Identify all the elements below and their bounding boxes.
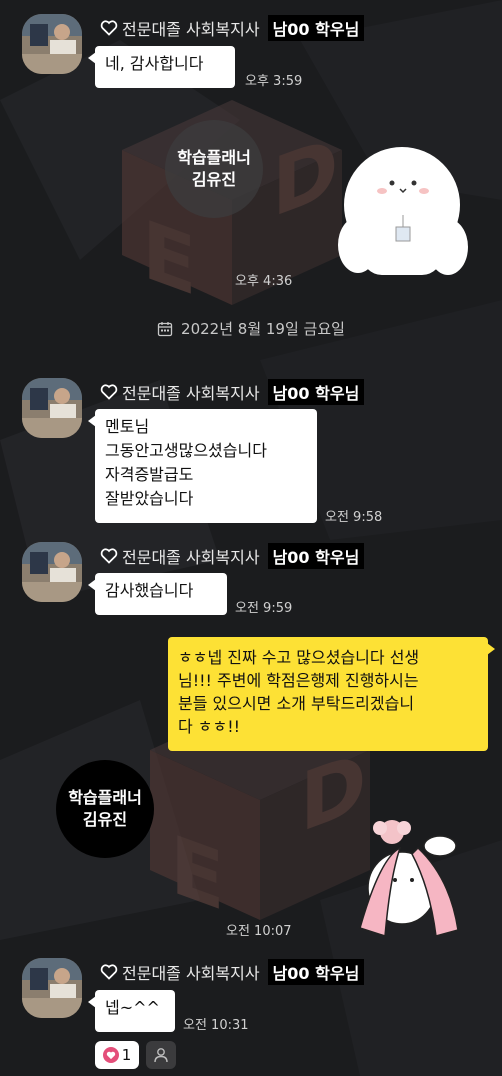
sender-name: 전문대졸 사회복지사 남00 학우님 — [100, 543, 365, 569]
avatar[interactable] — [22, 542, 82, 602]
message-time: 오전 10:31 — [183, 1018, 249, 1033]
sender-name: 전문대졸 사회복지사 남00 학우님 — [100, 959, 365, 985]
sender-prefix: 전문대졸 사회복지사 — [122, 384, 260, 403]
message-time: 오전 9:58 — [325, 510, 383, 525]
avatar[interactable] — [22, 958, 82, 1018]
message-bubble[interactable]: 네, 감사합니다 — [88, 46, 235, 88]
sender-name: 전문대졸 사회복지사 남00 학우님 — [100, 15, 365, 41]
sender-prefix: 전문대졸 사회복지사 — [122, 548, 260, 567]
message-time: 오후 4:36 — [235, 274, 293, 289]
sender-badge: 남00 학우님 — [267, 15, 365, 41]
planner-badge: 학습플래너 김유진 — [56, 760, 154, 858]
sender-badge: 남00 학우님 — [267, 543, 365, 569]
heart-outline-icon — [100, 964, 118, 980]
date-separator: 2022년 8월 19일 금요일 — [0, 318, 502, 339]
sender-name: 전문대졸 사회복지사 남00 학우님 — [100, 379, 365, 405]
calendar-icon — [157, 321, 173, 336]
message-bubble[interactable]: 멘토님 그동안고생많으셨습니다 자격증발급도 잘받았습니다 — [88, 409, 317, 523]
heart-outline-icon — [100, 20, 118, 36]
bunny-ribbon-sticker[interactable] — [340, 818, 470, 940]
message-time: 오전 9:59 — [235, 601, 293, 616]
heart-outline-icon — [100, 384, 118, 400]
heart-reaction-icon — [102, 1047, 119, 1063]
chat-log: 전문대졸 사회복지사 남00 학우님 네, 감사합니다 오후 3:59 학습플래… — [0, 0, 502, 1076]
planner-badge: 학습플래너 김유진 — [165, 120, 263, 218]
message-time: 오전 10:07 — [226, 924, 292, 939]
person-icon — [154, 1048, 168, 1063]
sender-badge: 남00 학우님 — [267, 959, 365, 985]
bunny-sticker[interactable] — [330, 135, 475, 280]
avatar[interactable] — [22, 378, 82, 438]
message-time: 오후 3:59 — [245, 74, 303, 89]
sender-prefix: 전문대졸 사회복지사 — [122, 964, 260, 983]
date-text: 2022년 8월 19일 금요일 — [181, 320, 345, 338]
message-bubble[interactable]: 감사했습니다 — [88, 573, 227, 615]
avatar[interactable] — [22, 14, 82, 74]
sender-prefix: 전문대졸 사회복지사 — [122, 20, 260, 39]
message-bubble[interactable]: 넵~^^ — [88, 990, 175, 1032]
heart-outline-icon — [100, 548, 118, 564]
sender-badge: 남00 학우님 — [267, 379, 365, 405]
reaction-members-button[interactable] — [146, 1041, 176, 1069]
reaction-heart-button[interactable]: 1 — [95, 1041, 139, 1069]
reaction-count: 1 — [121, 1046, 132, 1064]
outgoing-message-bubble[interactable]: ㅎㅎ넵 진짜 수고 많으셨습니다 선생 님!!! 주변에 학점은행제 진행하시는… — [168, 637, 495, 751]
